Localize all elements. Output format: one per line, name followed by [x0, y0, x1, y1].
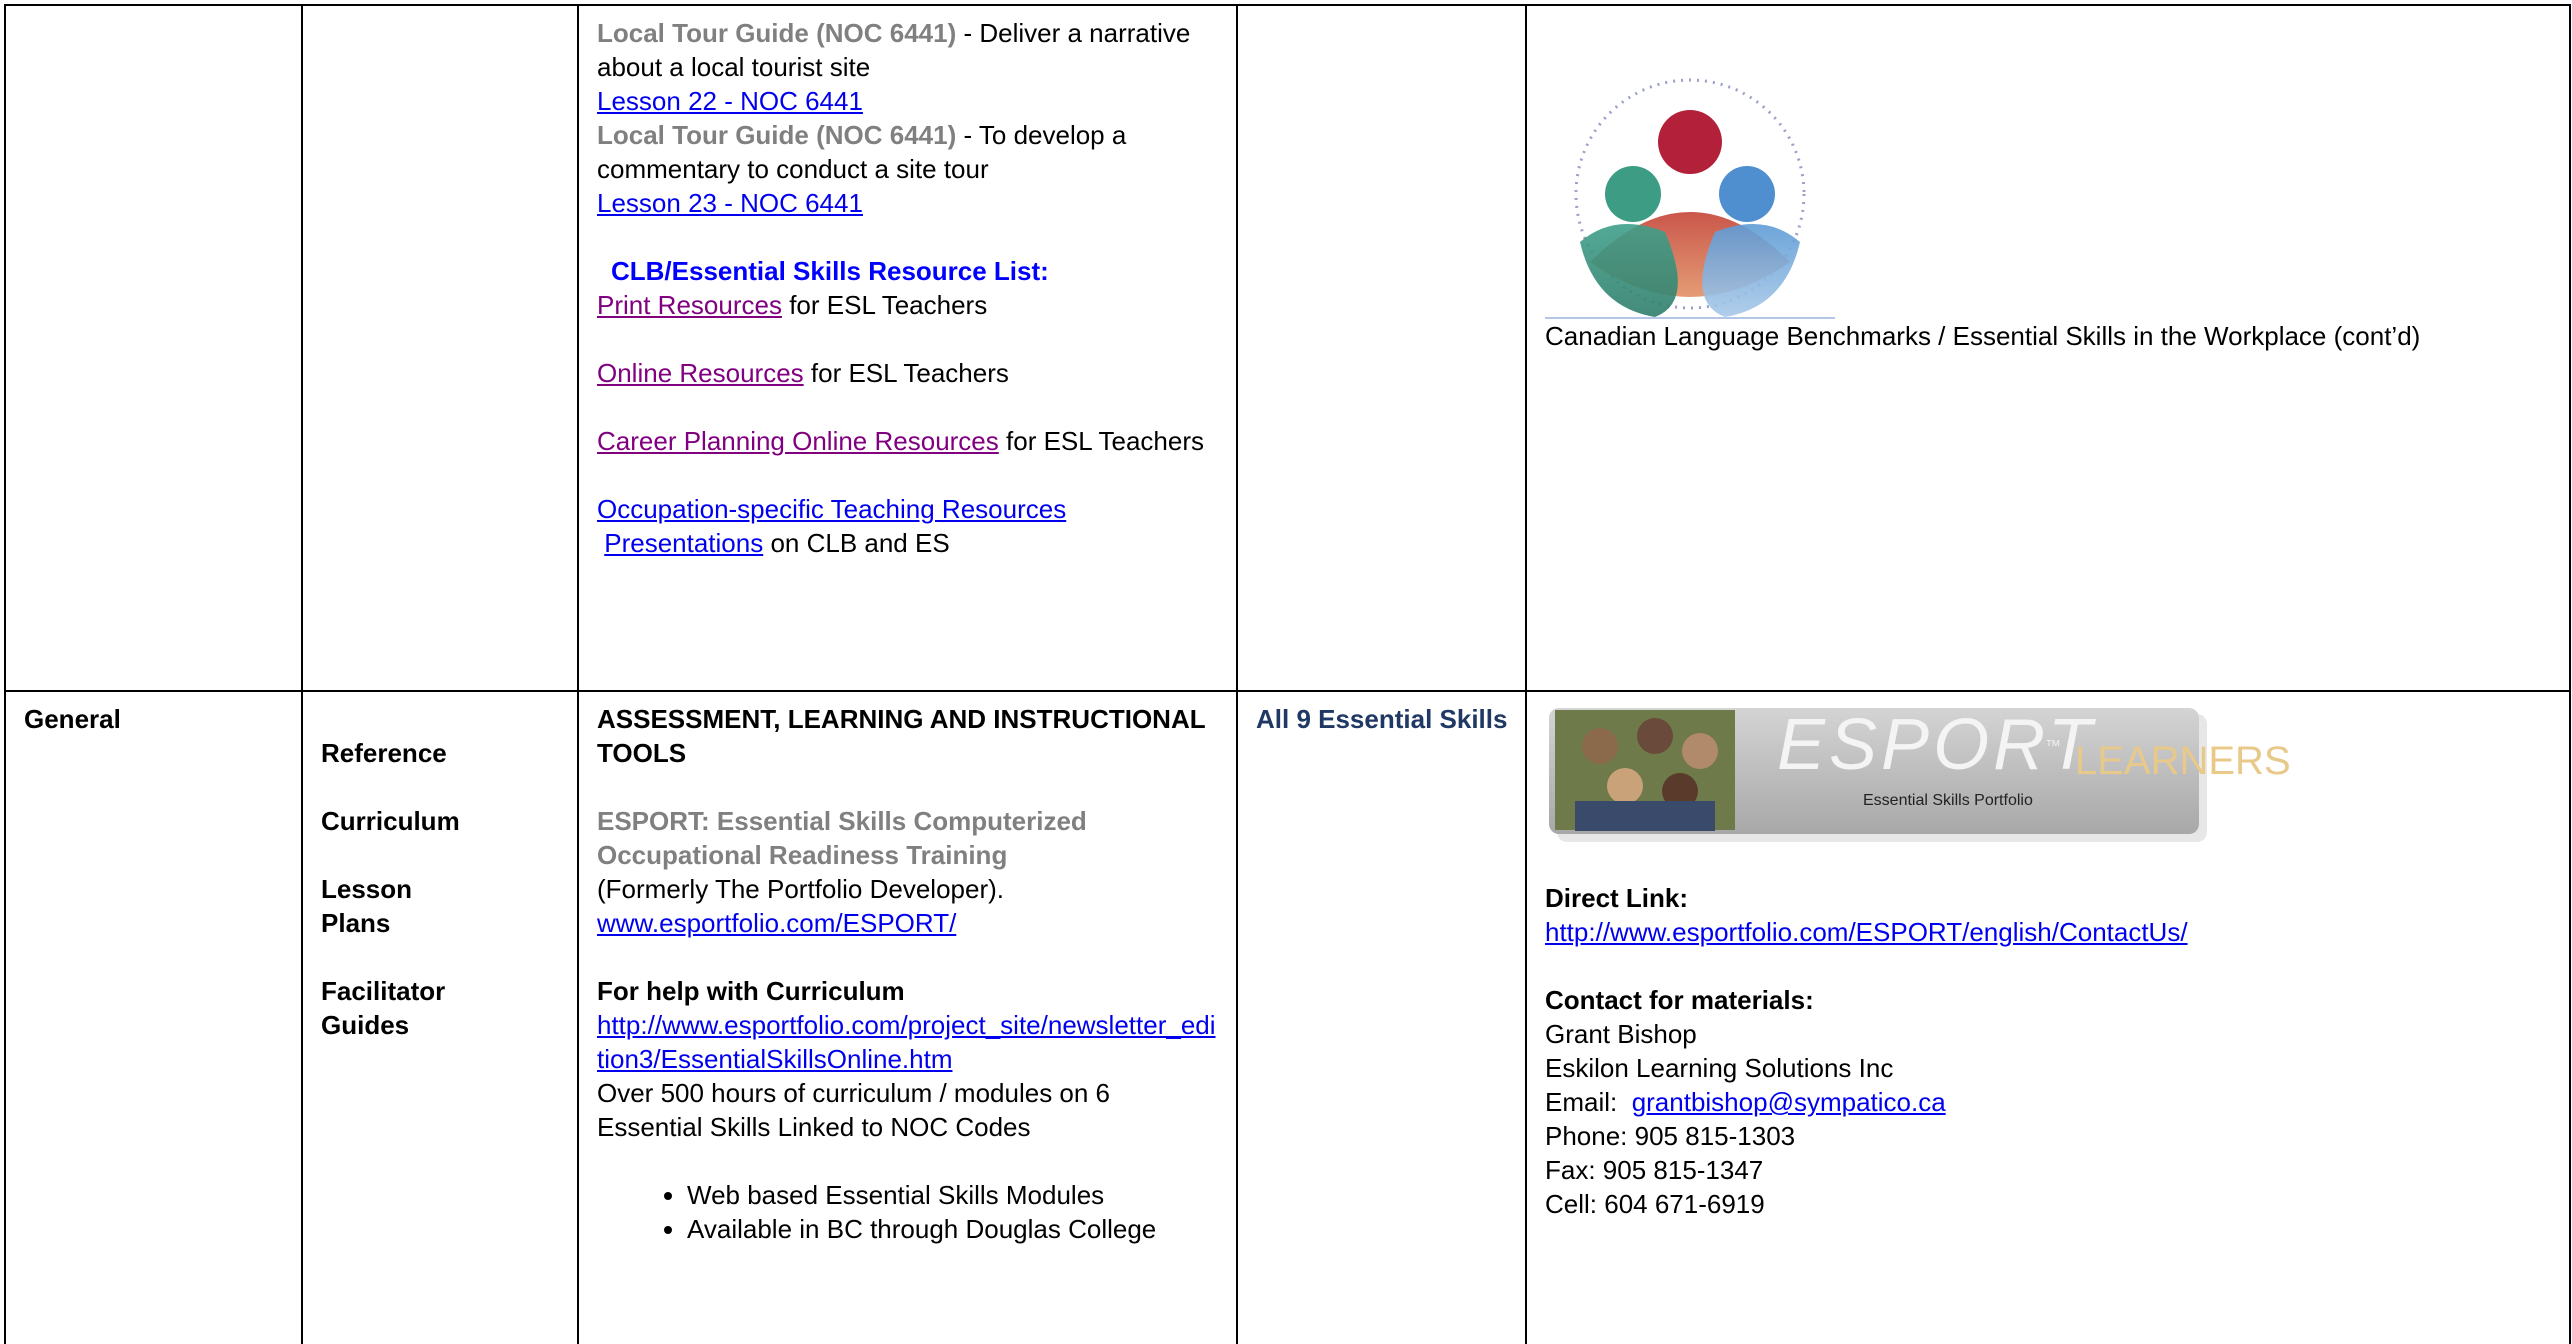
help-curriculum-link[interactable]: http://www.esportfolio.com/project_site/…: [597, 1010, 1216, 1074]
lesson23-title: Local Tour Guide (NOC 6441): [597, 120, 957, 150]
feature-list: Web based Essential Skills Modules Avail…: [597, 1178, 1222, 1246]
row2-contact-cell: ESPORT ™ Essential Skills Portfolio LEAR…: [1525, 690, 2571, 1344]
presentations-link[interactable]: Presentations: [604, 528, 763, 558]
lesson22-link[interactable]: Lesson 22 - NOC 6441: [597, 86, 863, 116]
row2-type-cell: Reference Curriculum Lesson Plans Facili…: [301, 690, 579, 1344]
row2-description-cell: ASSESSMENT, LEARNING AND INSTRUCTIONAL T…: [577, 690, 1238, 1344]
category-general: General: [24, 704, 121, 734]
row1-contact-cell: Canadian Language Benchmarks / Essential…: [1525, 4, 2571, 692]
list-item: Web based Essential Skills Modules: [687, 1178, 1222, 1212]
list-item: Available in BC through Douglas College: [687, 1212, 1222, 1246]
row2-skills-cell: All 9 Essential Skills: [1236, 690, 1527, 1344]
esport-title: ESPORT: Essential Skills Computerized Oc…: [597, 806, 1087, 870]
contact-name: Grant Bishop: [1545, 1019, 1697, 1049]
online-resources-link[interactable]: Online Resources: [597, 358, 804, 388]
tools-heading: ASSESSMENT, LEARNING AND INSTRUCTIONAL T…: [597, 704, 1206, 768]
esport-banner: ESPORT ™ Essential Skills Portfolio LEAR…: [1545, 706, 2291, 861]
table-row: Local Tour Guide (NOC 6441) - Deliver a …: [4, 4, 2571, 692]
phone-number: Phone: 905 815-1303: [1545, 1121, 1796, 1151]
clb-caption: Canadian Language Benchmarks / Essential…: [1545, 321, 2421, 351]
essential-skills-label: All 9 Essential Skills: [1256, 704, 1508, 734]
help-heading: For help with Curriculum: [597, 976, 905, 1006]
resource-table: Local Tour Guide (NOC 6441) - Deliver a …: [4, 4, 2571, 1344]
cell-number: Cell: 604 671-6919: [1545, 1189, 1765, 1219]
row1-description-cell: Local Tour Guide (NOC 6441) - Deliver a …: [577, 4, 1238, 692]
presentations-suffix: on CLB and ES: [763, 528, 950, 558]
type-reference: Reference: [321, 738, 447, 768]
row1-category-cell: [4, 4, 303, 692]
print-resources-suffix: for ESL Teachers: [781, 290, 988, 320]
table-row: General Reference Curriculum Lesson Plan…: [4, 690, 2571, 1344]
email-label: Email:: [1545, 1087, 1632, 1117]
print-resources-link[interactable]: Print Resources: [597, 290, 782, 320]
contact-organization: Eskilon Learning Solutions Inc: [1545, 1053, 1894, 1083]
online-resources-suffix: for ESL Teachers: [803, 358, 1009, 388]
lesson23-link[interactable]: Lesson 23 - NOC 6441: [597, 188, 863, 218]
lesson22-title: Local Tour Guide (NOC 6441): [597, 18, 957, 48]
direct-link-heading: Direct Link:: [1545, 883, 1689, 913]
clb-logo: [1545, 72, 1835, 317]
esport-link[interactable]: www.esportfolio.com/ESPORT/: [597, 908, 956, 938]
career-planning-suffix: for ESL Teachers: [998, 426, 1205, 456]
type-lesson-plans: Lesson Plans: [321, 874, 413, 938]
fax-number: Fax: 905 815-1347: [1545, 1155, 1764, 1185]
banner-tm: ™: [2045, 738, 2061, 755]
banner-learners: LEARNERS: [2075, 739, 2291, 783]
curriculum-hours-text: Over 500 hours of curriculum / modules o…: [597, 1078, 1111, 1142]
career-planning-link[interactable]: Career Planning Online Resources: [597, 426, 999, 456]
row2-category-cell: General: [4, 690, 303, 1344]
email-link[interactable]: grantbishop@sympatico.ca: [1632, 1087, 1946, 1117]
formerly-text: (Formerly The Portfolio Developer).: [597, 874, 1004, 904]
contact-us-link[interactable]: http://www.esportfolio.com/ESPORT/englis…: [1545, 917, 2188, 947]
contact-block: Contact for materials: Grant Bishop Eski…: [1545, 983, 2555, 1221]
banner-subtitle: Essential Skills Portfolio: [1863, 792, 2033, 809]
type-curriculum: Curriculum: [321, 806, 460, 836]
occupation-resources-link[interactable]: Occupation-specific Teaching Resources: [597, 494, 1066, 524]
type-facilitator-guides: Facilitator Guides: [321, 976, 446, 1040]
row1-type-cell: [301, 4, 579, 692]
row1-skills-cell: [1236, 4, 1527, 692]
resource-list-heading: CLB/Essential Skills Resource List:: [611, 256, 1049, 286]
contact-heading: Contact for materials:: [1545, 985, 1814, 1015]
